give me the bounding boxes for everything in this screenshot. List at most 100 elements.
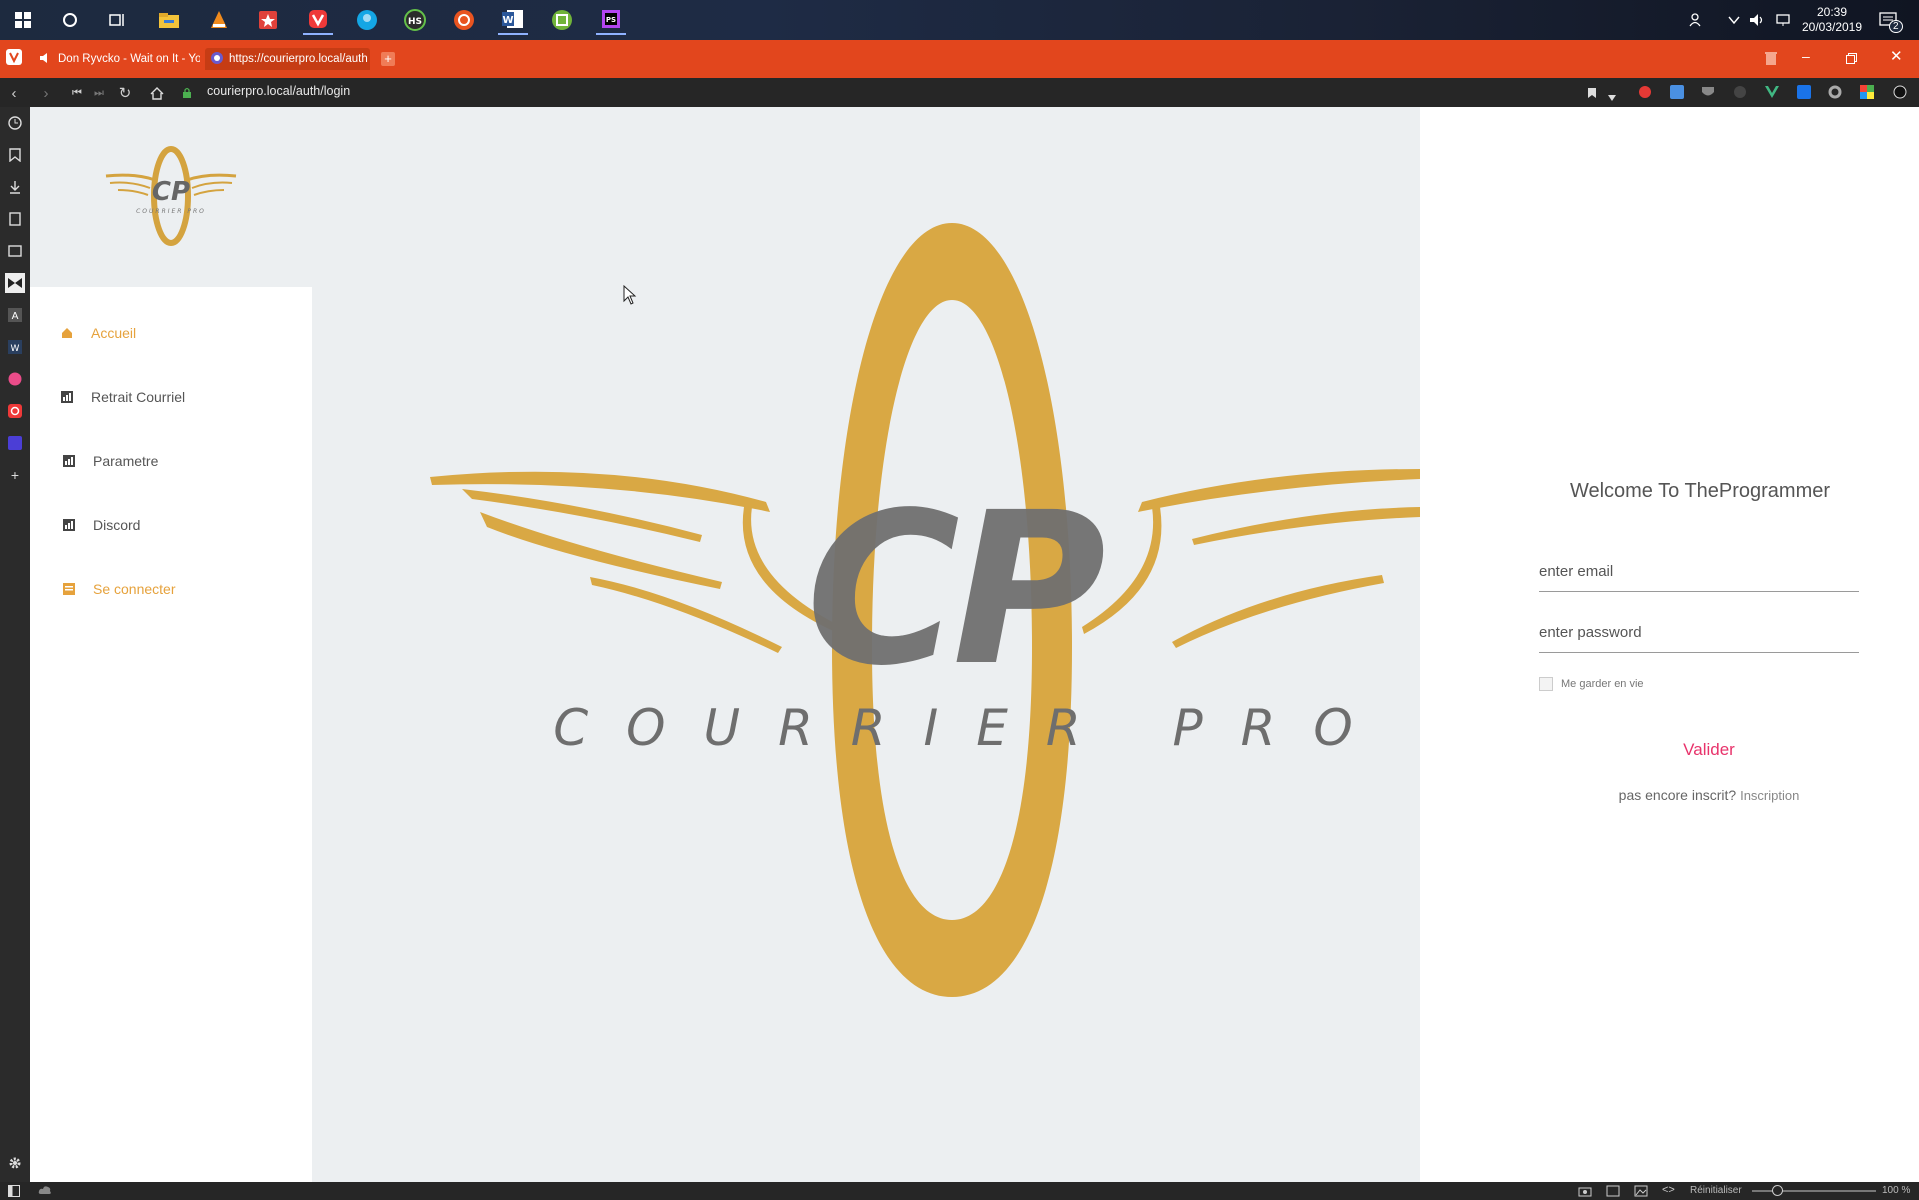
extension-grey-icon[interactable] — [1733, 85, 1747, 104]
url-field[interactable]: courierpro.local/auth/login — [207, 84, 350, 98]
clock[interactable]: 20:39 20/03/2019 — [1800, 0, 1864, 40]
sidebar-item-parametre[interactable]: Parametre — [63, 449, 158, 473]
hs-icon[interactable]: HS — [400, 5, 430, 35]
remember-label: Me garder en vie — [1561, 678, 1644, 690]
page-actions-icon[interactable]: <> — [1662, 1184, 1675, 1196]
ubuntu-icon[interactable] — [449, 5, 479, 35]
extension-vue-icon[interactable] — [1765, 85, 1779, 104]
vivaldi-taskbar-icon[interactable] — [303, 5, 333, 35]
capture-icon[interactable] — [1578, 1185, 1592, 1200]
reset-zoom-label[interactable]: Réinitialiser — [1690, 1185, 1742, 1196]
svg-text:PS: PS — [606, 16, 616, 24]
tab-courierpro[interactable]: https://courierpro.local/auth — [205, 48, 370, 70]
images-icon[interactable] — [1634, 1185, 1648, 1200]
cortana-icon[interactable] — [55, 5, 85, 35]
new-tab-button[interactable]: + — [381, 52, 395, 66]
window-panel-icon[interactable] — [5, 241, 25, 261]
windows-taskbar: HS W PS 20:39 20/03/2019 2 — [0, 0, 1919, 40]
webpanel-a-icon[interactable]: A — [5, 305, 25, 325]
fast-forward-icon[interactable]: ⏭ — [88, 82, 110, 104]
clock-time: 20:39 — [1816, 5, 1848, 19]
sidebar-item-se-connecter[interactable]: Se connecter — [63, 577, 176, 601]
mouse-cursor-icon — [623, 285, 637, 305]
courrier-pro-logo-small[interactable]: CP COURRIER PRO — [100, 145, 242, 247]
bookmark-dropdown-icon[interactable] — [1608, 88, 1616, 106]
tab-youtube[interactable]: Don Ryvcko - Wait on It - Yo — [34, 48, 200, 70]
tab-label: https://courierpro.local/auth — [229, 53, 368, 65]
vivaldi-menu-icon[interactable] — [6, 49, 22, 65]
app-green-icon[interactable] — [547, 5, 577, 35]
restore-button[interactable] — [1846, 51, 1857, 69]
extension-translate-icon[interactable] — [1670, 85, 1684, 104]
webpanel-dribbble-icon[interactable] — [5, 369, 25, 389]
bookmarks-panel-icon[interactable] — [5, 145, 25, 165]
panel-toggle-icon[interactable] — [8, 1185, 20, 1200]
history-icon[interactable] — [5, 113, 25, 133]
remember-me[interactable]: Me garder en vie — [1539, 677, 1644, 691]
vlc-icon[interactable] — [204, 5, 234, 35]
tiling-icon[interactable] — [1606, 1185, 1620, 1200]
close-window-button[interactable]: ✕ — [1890, 47, 1903, 65]
chart-icon — [61, 391, 73, 403]
file-explorer-icon[interactable] — [154, 5, 184, 35]
extension-gear-icon[interactable] — [1828, 85, 1842, 104]
extension-translate-blue-icon[interactable] — [1797, 85, 1811, 104]
webpanel-w-icon[interactable]: W — [5, 337, 25, 357]
email-input[interactable] — [1539, 552, 1859, 591]
svg-text:A: A — [12, 311, 19, 322]
signup-row: pas encore inscrit? Inscription — [1559, 787, 1859, 803]
start-icon[interactable] — [8, 5, 38, 35]
zoom-slider-handle[interactable] — [1772, 1185, 1783, 1196]
sidebar-item-accueil[interactable]: Accueil — [61, 321, 136, 345]
app-blue-icon[interactable] — [352, 5, 382, 35]
password-input[interactable] — [1539, 613, 1859, 652]
extension-pocket-icon[interactable] — [1701, 85, 1715, 104]
sidebar-item-retrait-courriel[interactable]: Retrait Courriel — [61, 385, 185, 409]
phpstorm-icon[interactable]: PS — [596, 5, 626, 35]
add-webpanel-icon[interactable]: + — [5, 465, 25, 485]
browser-side-panel: A W + — [0, 107, 30, 1182]
minimize-button[interactable]: – — [1802, 48, 1810, 64]
settings-gear-icon[interactable] — [5, 1153, 25, 1173]
webpanel-vivaldi-icon[interactable] — [5, 401, 25, 421]
webpanel-bowtie-icon[interactable] — [5, 273, 25, 293]
forward-icon[interactable]: › — [35, 82, 57, 104]
notes-icon[interactable] — [5, 209, 25, 229]
hero-area: CP COURRIER PRO — [312, 107, 1420, 1182]
lock-icon[interactable] — [182, 86, 192, 104]
password-field[interactable] — [1539, 613, 1859, 653]
chart-icon — [63, 455, 75, 467]
volume-icon[interactable] — [1749, 0, 1765, 40]
sidebar-item-label: Retrait Courriel — [91, 389, 186, 405]
clock-date: 20/03/2019 — [1801, 20, 1863, 34]
logo-large-cp-text: CP — [806, 467, 1104, 712]
zoom-slider[interactable] — [1752, 1185, 1876, 1196]
remember-checkbox[interactable] — [1539, 677, 1553, 691]
webpanel-vp-icon[interactable] — [5, 433, 25, 453]
email-field[interactable] — [1539, 552, 1859, 592]
rewind-icon[interactable]: ⏮ — [66, 82, 88, 104]
sidebar-item-discord[interactable]: Discord — [63, 513, 140, 537]
home-icon[interactable] — [146, 82, 168, 104]
bookmark-icon[interactable] — [1587, 86, 1597, 104]
people-icon[interactable] — [1688, 0, 1704, 40]
trash-icon[interactable] — [1764, 50, 1778, 71]
notification-count: 2 — [1889, 20, 1903, 33]
network-icon[interactable] — [1775, 0, 1791, 40]
app-red-icon[interactable] — [253, 5, 283, 35]
extension-colorpicker-icon[interactable] — [1860, 85, 1874, 104]
sidebar-logo-area: CP COURRIER PRO — [30, 107, 312, 287]
sync-cloud-icon[interactable] — [38, 1185, 52, 1198]
submit-button[interactable]: Valider — [1589, 727, 1829, 773]
extension-red-icon[interactable] — [1638, 85, 1652, 104]
reload-icon[interactable]: ↻ — [114, 82, 136, 104]
task-view-icon[interactable] — [103, 5, 133, 35]
back-icon[interactable]: ‹ — [3, 82, 25, 104]
signup-link[interactable]: Inscription — [1740, 788, 1799, 803]
downloads-icon[interactable] — [5, 177, 25, 197]
word-icon[interactable]: W — [498, 5, 528, 35]
extension-dropper-icon[interactable] — [1893, 85, 1907, 104]
tray-chevron-icon[interactable] — [1728, 0, 1740, 40]
sidebar-item-label: Se connecter — [93, 581, 176, 597]
action-center-icon[interactable]: 2 — [1879, 0, 1903, 40]
